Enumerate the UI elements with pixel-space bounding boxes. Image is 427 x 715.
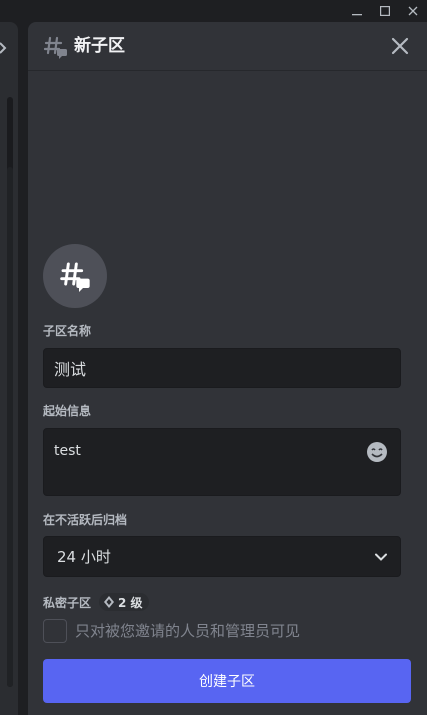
maximize-icon[interactable] [370, 0, 400, 22]
panel-header: 新子区 [28, 22, 427, 71]
new-thread-panel: 新子区 子区名称 起始信息 test [28, 22, 427, 715]
emoji-icon[interactable] [366, 441, 388, 463]
private-thread-label: 私密子区 [43, 595, 92, 610]
thread-name-field[interactable] [43, 348, 401, 388]
minimize-icon[interactable] [342, 0, 372, 22]
starter-message-label: 起始信息 [43, 404, 92, 418]
thread-name-input[interactable] [54, 349, 390, 387]
window-titlebar [0, 0, 427, 22]
panel-title: 新子区 [74, 36, 125, 56]
close-icon[interactable] [388, 34, 412, 58]
app-root: 新子区 子区名称 起始信息 test [0, 0, 427, 715]
scrollbar-thumb[interactable] [7, 167, 13, 687]
private-thread-checkbox[interactable] [43, 619, 67, 643]
starter-message-input[interactable]: test [54, 441, 354, 485]
thread-avatar [43, 244, 107, 308]
chevron-down-icon [373, 549, 389, 569]
thread-avatar-icon [60, 262, 90, 292]
boost-level-text: 2 级 [118, 595, 143, 610]
private-thread-row: 私密子区 2 级 [43, 593, 149, 611]
archive-duration-select[interactable]: 24 小时 [43, 536, 401, 577]
create-thread-button[interactable]: 创建子区 [43, 659, 411, 703]
boost-gem-icon [104, 596, 115, 608]
boost-level-badge: 2 级 [99, 593, 149, 611]
private-thread-description: 只对被您邀请的人员和管理员可见 [75, 622, 301, 640]
chevron-right-icon[interactable] [0, 40, 10, 59]
window-close-icon[interactable] [398, 0, 427, 22]
archive-duration-value: 24 小时 [57, 548, 111, 566]
starter-message-field[interactable]: test [43, 428, 401, 496]
left-pane [0, 22, 18, 715]
thread-name-label: 子区名称 [43, 324, 92, 338]
archive-label: 在不活跃后归档 [43, 513, 128, 527]
thread-icon [43, 35, 68, 63]
